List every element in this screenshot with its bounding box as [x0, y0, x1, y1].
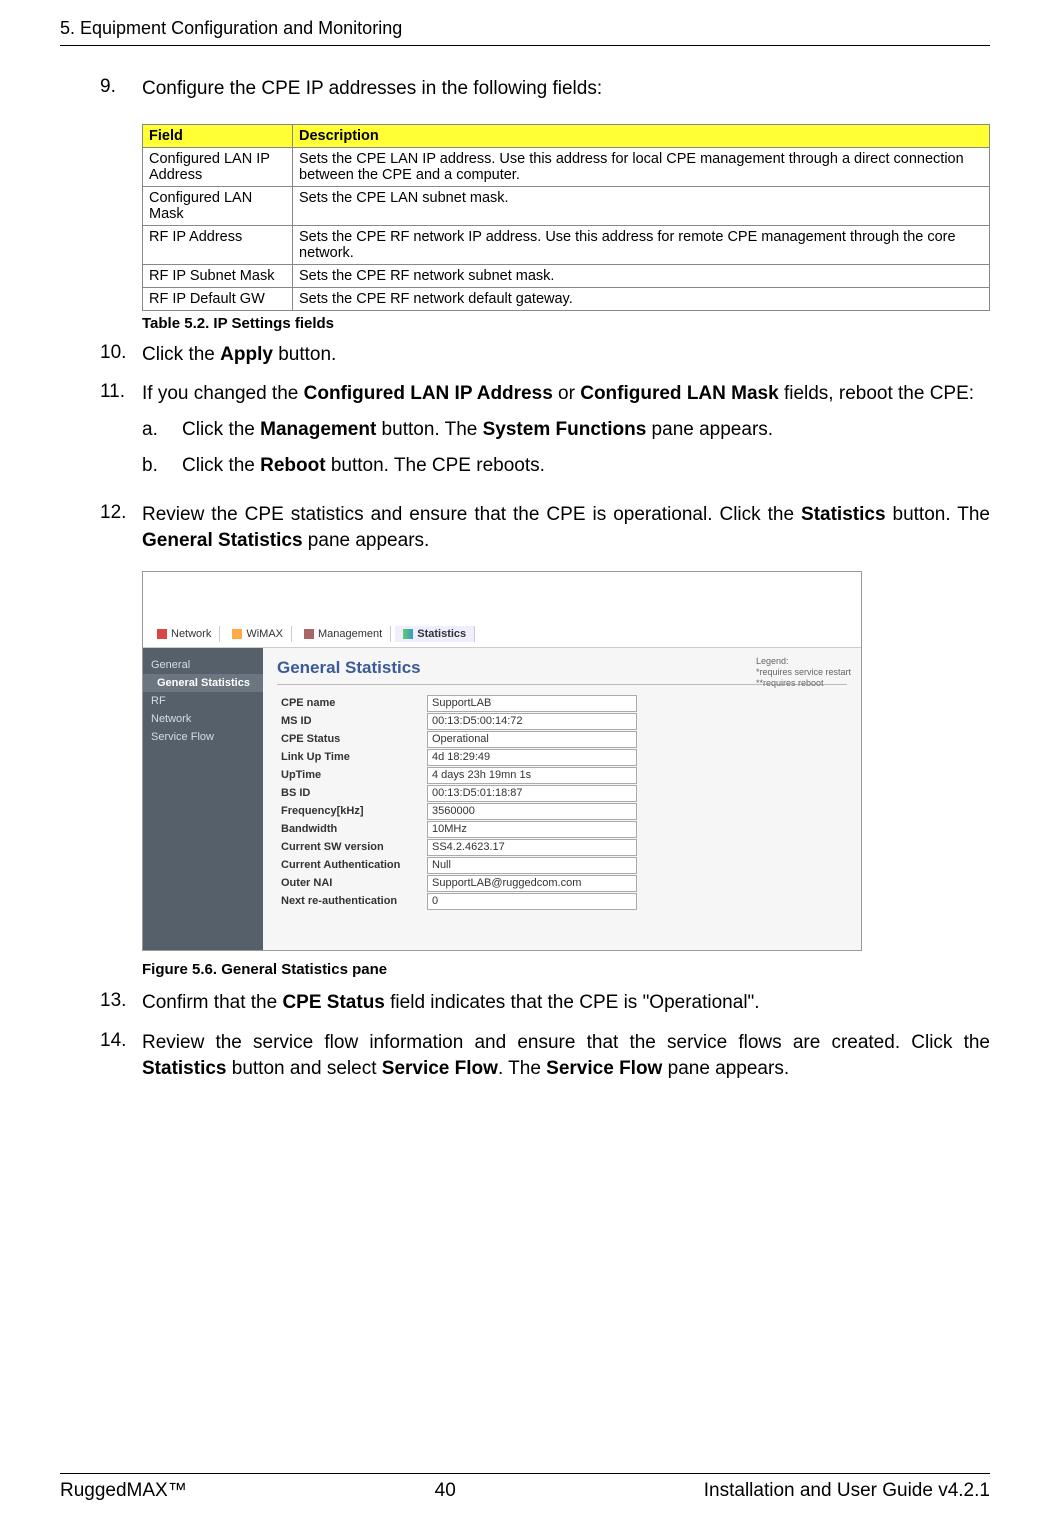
- stat-label: Link Up Time: [277, 749, 427, 767]
- stat-value: 4 days 23h 19mn 1s: [427, 767, 637, 784]
- stat-value: Null: [427, 857, 637, 874]
- substep-text: Click the Reboot button. The CPE reboots…: [182, 453, 990, 479]
- substep-text: Click the Management button. The System …: [182, 417, 990, 443]
- stat-value: SupportLAB: [427, 695, 637, 712]
- legend: Legend: *requires service restart **requ…: [756, 656, 851, 688]
- sidebar-item-rf[interactable]: RF: [143, 692, 263, 710]
- cell-field: Configured LAN Mask: [143, 186, 293, 225]
- stat-label: UpTime: [277, 767, 427, 785]
- statistics-icon: [403, 629, 413, 639]
- table-row: Configured LAN IP AddressSets the CPE LA…: [143, 147, 990, 186]
- tab-wimax[interactable]: WiMAX: [224, 626, 292, 642]
- sidebar-item-general-statistics[interactable]: General Statistics: [143, 674, 263, 692]
- stat-label: Outer NAI: [277, 875, 427, 893]
- stat-value: 0: [427, 893, 637, 910]
- table-header-field: Field: [143, 124, 293, 147]
- step-text: Review the service flow information and …: [142, 1030, 990, 1081]
- stat-value: 00:13:D5:01:18:87: [427, 785, 637, 802]
- network-icon: [157, 629, 167, 639]
- cell-desc: Sets the CPE RF network subnet mask.: [293, 264, 990, 287]
- stat-value: 4d 18:29:49: [427, 749, 637, 766]
- cell-desc: Sets the CPE RF network default gateway.: [293, 287, 990, 310]
- stat-value: Operational: [427, 731, 637, 748]
- management-icon: [304, 629, 314, 639]
- cell-field: RF IP Subnet Mask: [143, 264, 293, 287]
- step-text: Review the CPE statistics and ensure tha…: [142, 502, 990, 553]
- step-number: 13.: [100, 990, 142, 1016]
- step-text: Confirm that the CPE Status field indica…: [142, 990, 990, 1016]
- substep-number: a.: [142, 417, 182, 443]
- step-number: 9.: [100, 76, 142, 102]
- sidebar-item-service-flow[interactable]: Service Flow: [143, 728, 263, 746]
- stat-label: Current SW version: [277, 839, 427, 857]
- footer-page-number: 40: [435, 1480, 456, 1502]
- sidebar-item-network[interactable]: Network: [143, 710, 263, 728]
- stat-value: SupportLAB@ruggedcom.com: [427, 875, 637, 892]
- step-number: 14.: [100, 1030, 142, 1081]
- table-row: RF IP Default GWSets the CPE RF network …: [143, 287, 990, 310]
- cell-desc: Sets the CPE LAN IP address. Use this ad…: [293, 147, 990, 186]
- cell-field: RF IP Default GW: [143, 287, 293, 310]
- stat-value: SS4.2.4623.17: [427, 839, 637, 856]
- table-caption: Table 5.2. IP Settings fields: [142, 315, 990, 332]
- stat-value: 00:13:D5:00:14:72: [427, 713, 637, 730]
- ip-settings-table: Field Description Configured LAN IP Addr…: [142, 124, 990, 311]
- sidebar-item-general[interactable]: General: [143, 656, 263, 674]
- tab-network[interactable]: Network: [149, 626, 220, 642]
- cell-desc: Sets the CPE RF network IP address. Use …: [293, 225, 990, 264]
- step-number: 10.: [100, 342, 142, 368]
- stat-value: 3560000: [427, 803, 637, 820]
- stat-label: Current Authentication: [277, 857, 427, 875]
- cell-field: Configured LAN IP Address: [143, 147, 293, 186]
- general-statistics-screenshot: Network WiMAX Management Statistics Gene…: [142, 571, 862, 951]
- stat-label: MS ID: [277, 713, 427, 731]
- stat-label: BS ID: [277, 785, 427, 803]
- stat-label: CPE name: [277, 695, 427, 713]
- stat-label: Next re-authentication: [277, 893, 427, 911]
- step-text: If you changed the Configured LAN IP Add…: [142, 381, 990, 488]
- step-number: 12.: [100, 502, 142, 553]
- page-header: 5. Equipment Configuration and Monitorin…: [60, 18, 990, 46]
- tab-statistics[interactable]: Statistics: [395, 626, 475, 642]
- figure-caption: Figure 5.6. General Statistics pane: [142, 961, 990, 978]
- step-text: Click the Apply button.: [142, 342, 990, 368]
- screenshot-sidebar: General General Statistics RF Network Se…: [143, 648, 263, 950]
- cell-desc: Sets the CPE LAN subnet mask.: [293, 186, 990, 225]
- wimax-icon: [232, 629, 242, 639]
- stat-value: 10MHz: [427, 821, 637, 838]
- page-footer: RuggedMAX™ 40 Installation and User Guid…: [60, 1473, 990, 1502]
- stats-grid: CPE nameSupportLAB MS ID00:13:D5:00:14:7…: [277, 695, 847, 911]
- stat-label: Bandwidth: [277, 821, 427, 839]
- tab-management[interactable]: Management: [296, 626, 391, 642]
- table-header-description: Description: [293, 124, 990, 147]
- stat-label: CPE Status: [277, 731, 427, 749]
- table-row: Configured LAN MaskSets the CPE LAN subn…: [143, 186, 990, 225]
- cell-field: RF IP Address: [143, 225, 293, 264]
- table-row: RF IP AddressSets the CPE RF network IP …: [143, 225, 990, 264]
- substep-number: b.: [142, 453, 182, 479]
- stat-label: Frequency[kHz]: [277, 803, 427, 821]
- table-row: RF IP Subnet MaskSets the CPE RF network…: [143, 264, 990, 287]
- step-number: 11.: [100, 381, 142, 488]
- footer-left: RuggedMAX™: [60, 1480, 187, 1502]
- footer-right: Installation and User Guide v4.2.1: [704, 1480, 990, 1502]
- step-text: Configure the CPE IP addresses in the fo…: [142, 76, 990, 102]
